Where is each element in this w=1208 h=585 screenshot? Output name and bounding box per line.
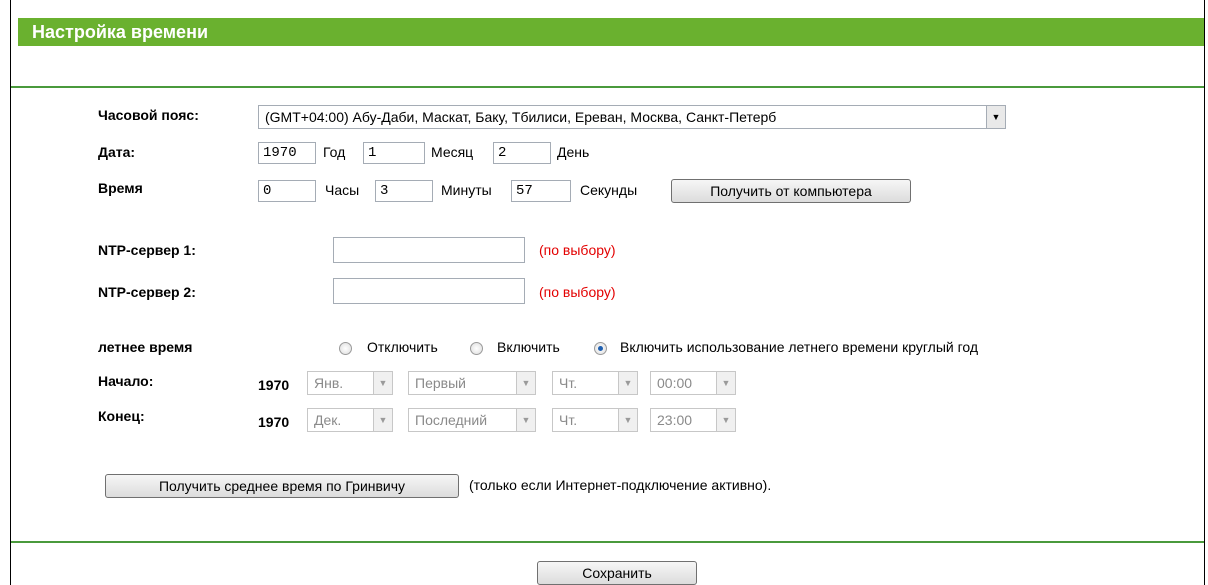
month-unit: Месяц	[431, 144, 474, 160]
chevron-down-icon: ▼	[986, 106, 1005, 128]
dst-end-week-value: Последний	[415, 412, 488, 428]
dst-start-month-select[interactable]: Янв. ▼	[307, 371, 393, 395]
ntp-server2-optional-hint: (по выбору)	[539, 284, 616, 300]
dst-end-week-select[interactable]: Последний ▼	[408, 408, 536, 432]
dst-start-time-select[interactable]: 00:00 ▼	[650, 371, 736, 395]
dst-year-round-radio[interactable]	[594, 342, 607, 355]
chevron-down-icon: ▼	[373, 409, 392, 431]
get-gmt-button[interactable]: Получить среднее время по Гринвичу	[105, 474, 459, 498]
dst-start-week-select[interactable]: Первый ▼	[408, 371, 536, 395]
chevron-down-icon: ▼	[516, 409, 535, 431]
dst-start-week-value: Первый	[415, 375, 466, 391]
frame-right-border	[1204, 0, 1205, 585]
top-divider	[11, 86, 1204, 88]
day-unit: День	[557, 144, 590, 160]
dst-end-month-select[interactable]: Дек. ▼	[307, 408, 393, 432]
ntp-server2-label: NTP-сервер 2:	[98, 284, 196, 300]
dst-end-year: 1970	[258, 414, 290, 430]
chevron-down-icon: ▼	[618, 409, 637, 431]
dst-enable-radio[interactable]	[470, 342, 483, 355]
dst-disable-radio[interactable]	[339, 342, 352, 355]
chevron-down-icon: ▼	[618, 372, 637, 394]
dst-start-time-value: 00:00	[657, 375, 693, 391]
dst-end-time-value: 23:00	[657, 412, 693, 428]
day-input[interactable]	[493, 142, 551, 164]
hours-input[interactable]	[258, 180, 316, 202]
dst-end-month-value: Дек.	[314, 412, 342, 428]
ntp-server1-label: NTP-сервер 1:	[98, 242, 196, 258]
dst-disable-label[interactable]: Отключить	[367, 339, 438, 355]
timezone-select[interactable]: (GMT+04:00) Абу-Даби, Маскат, Баку, Тбил…	[258, 105, 1006, 129]
minutes-unit: Минуты	[441, 182, 492, 198]
dst-start-year: 1970	[258, 377, 290, 393]
dst-start-label: Начало:	[98, 373, 154, 389]
dst-end-label: Конец:	[98, 408, 145, 424]
seconds-unit: Секунды	[580, 182, 638, 198]
timezone-label: Часовой пояс:	[98, 107, 199, 123]
get-from-computer-button[interactable]: Получить от компьютера	[671, 179, 911, 203]
hours-unit: Часы	[325, 182, 360, 198]
dst-year-round-label[interactable]: Включить использование летнего времени к…	[620, 339, 978, 355]
section-title: Настройка времени	[18, 18, 1204, 46]
bottom-divider	[11, 541, 1204, 543]
minutes-input[interactable]	[375, 180, 433, 202]
dst-enable-label[interactable]: Включить	[497, 339, 560, 355]
chevron-down-icon: ▼	[716, 372, 735, 394]
seconds-input[interactable]	[511, 180, 571, 202]
ntp-server2-input[interactable]	[333, 278, 525, 304]
timezone-value: (GMT+04:00) Абу-Даби, Маскат, Баку, Тбил…	[265, 109, 777, 125]
year-input[interactable]	[258, 142, 316, 164]
gmt-note: (только если Интернет-подключение активн…	[469, 477, 772, 493]
dst-end-time-select[interactable]: 23:00 ▼	[650, 408, 736, 432]
chevron-down-icon: ▼	[516, 372, 535, 394]
dst-start-month-value: Янв.	[314, 375, 344, 391]
month-input[interactable]	[363, 142, 425, 164]
dst-end-weekday-value: Чт.	[559, 412, 578, 428]
chevron-down-icon: ▼	[373, 372, 392, 394]
date-label: Дата:	[98, 144, 136, 160]
dst-end-weekday-select[interactable]: Чт. ▼	[552, 408, 638, 432]
dst-start-weekday-value: Чт.	[559, 375, 578, 391]
dst-start-weekday-select[interactable]: Чт. ▼	[552, 371, 638, 395]
dst-label: летнее время	[98, 339, 193, 355]
save-button[interactable]: Сохранить	[537, 561, 697, 585]
ntp-server1-optional-hint: (по выбору)	[539, 242, 616, 258]
ntp-server1-input[interactable]	[333, 237, 525, 263]
year-unit: Год	[323, 144, 346, 160]
time-label: Время	[98, 180, 143, 196]
chevron-down-icon: ▼	[716, 409, 735, 431]
